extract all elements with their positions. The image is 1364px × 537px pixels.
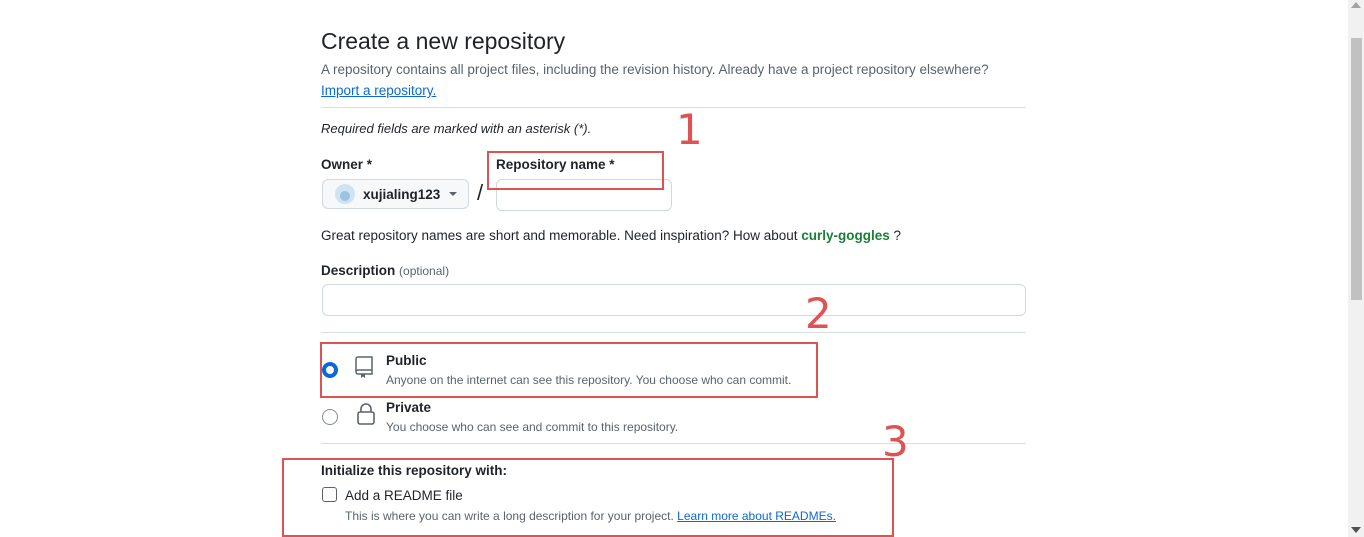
- lock-icon: [357, 403, 375, 425]
- private-radio[interactable]: [322, 409, 338, 425]
- inspiration-end: ?: [893, 228, 902, 243]
- scroll-down-icon[interactable]: [1351, 527, 1361, 533]
- private-option-desc: You choose who can see and commit to thi…: [386, 420, 679, 434]
- inspiration-text: Great repository names are short and mem…: [321, 228, 798, 243]
- required-fields-note: Required fields are marked with an aster…: [321, 121, 592, 136]
- divider: [321, 443, 1026, 444]
- caret-down-icon: [449, 192, 457, 196]
- owner-label: Owner *: [321, 157, 373, 172]
- optional-hint: (optional): [399, 264, 450, 278]
- owner-select-button[interactable]: xujialing123: [322, 179, 469, 209]
- name-inspiration-text: Great repository names are short and mem…: [321, 228, 901, 243]
- avatar: [335, 184, 355, 204]
- annotation-number-3: 3: [882, 417, 909, 466]
- name-suggestion[interactable]: curly-goggles: [801, 228, 890, 243]
- divider: [321, 332, 1026, 333]
- annotation-box-1: [487, 151, 664, 190]
- scrollbar-thumb[interactable]: [1351, 38, 1362, 300]
- annotation-box-2: [320, 342, 818, 398]
- annotation-box-3: [282, 458, 894, 537]
- description-label: Description (optional): [321, 263, 449, 278]
- description-input[interactable]: [322, 284, 1026, 316]
- annotation-number-1: 1: [676, 105, 703, 154]
- page-subtitle: A repository contains all project files,…: [321, 62, 989, 77]
- divider: [321, 107, 1026, 108]
- page-title: Create a new repository: [321, 28, 566, 54]
- annotation-number-2: 2: [805, 289, 832, 338]
- owner-repo-separator: /: [477, 180, 484, 205]
- owner-name: xujialing123: [363, 186, 441, 202]
- scroll-up-icon[interactable]: [1351, 2, 1361, 8]
- description-label-text: Description: [321, 263, 396, 278]
- private-option-title: Private: [386, 400, 432, 415]
- import-repository-link[interactable]: Import a repository.: [321, 83, 436, 98]
